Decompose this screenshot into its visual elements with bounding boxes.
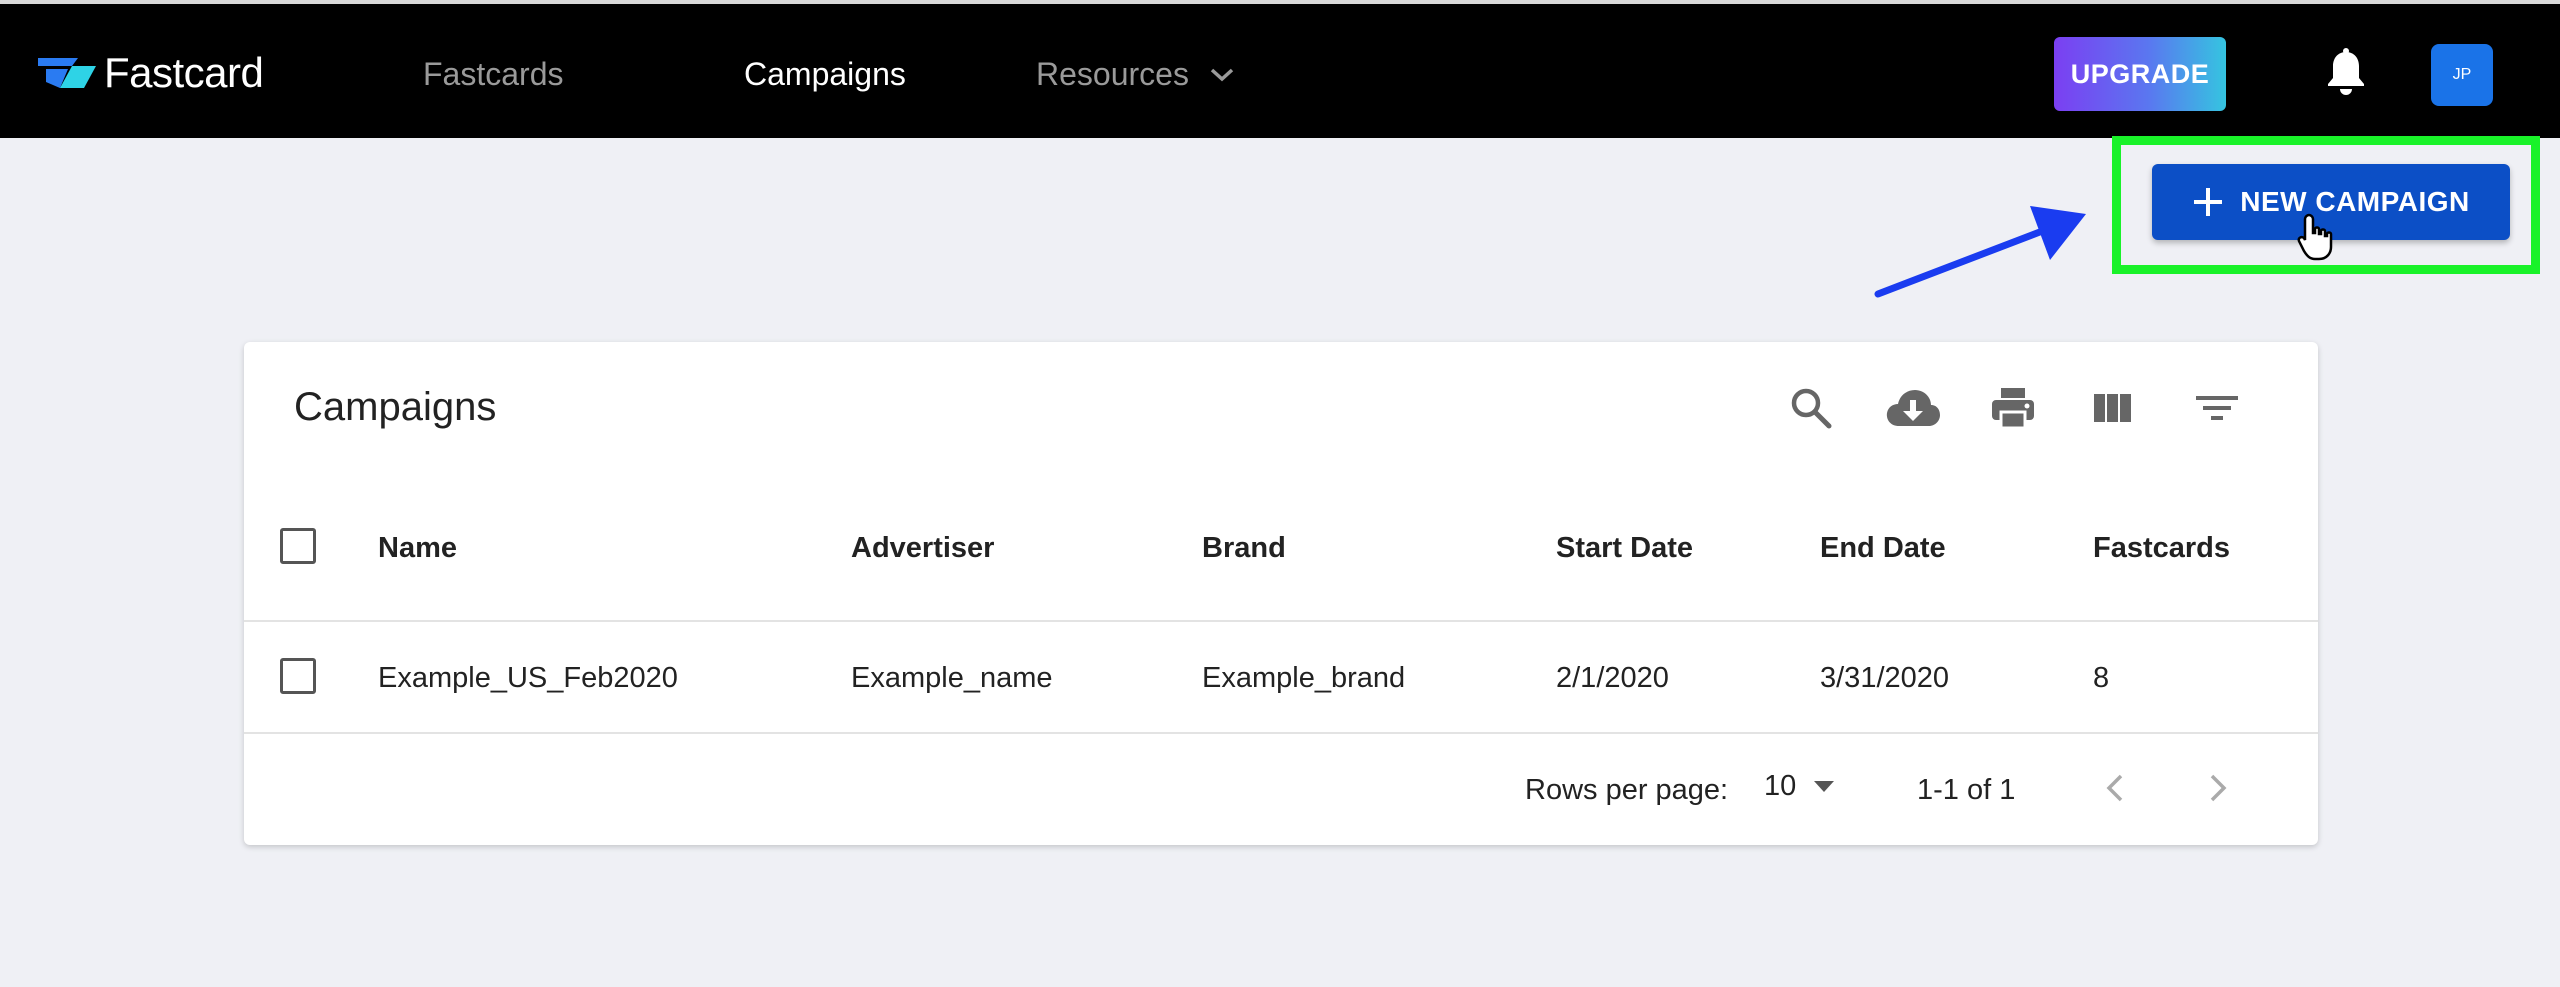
brand-name: Fastcard (104, 49, 264, 96)
row-checkbox[interactable] (280, 658, 316, 694)
fastcard-logo-icon (38, 58, 96, 88)
cell-start-date: 2/1/2020 (1556, 662, 1669, 694)
chevron-right-icon[interactable] (2202, 770, 2232, 806)
new-campaign-label: NEW CAMPAIGN (2240, 186, 2470, 217)
cell-brand: Example_brand (1202, 662, 1406, 694)
column-header-brand[interactable]: Brand (1202, 532, 1286, 565)
plus-icon (2194, 188, 2223, 216)
row-divider (244, 732, 2318, 734)
table-title: Campaigns (294, 385, 497, 429)
campaigns-table-card: Campaigns Name Advertiser Brand Start Da… (244, 342, 2318, 845)
column-header-end-date[interactable]: End Date (1820, 532, 1946, 565)
annotation-arrow-icon (1874, 206, 2086, 298)
filter-icon[interactable] (2194, 386, 2240, 430)
chevron-down-icon (1210, 68, 1234, 81)
top-navigation-bar: Fastcard Fastcards Campaigns Resources U… (0, 0, 2560, 138)
column-header-start-date[interactable]: Start Date (1556, 532, 1693, 565)
nav-campaigns[interactable]: Campaigns (744, 56, 906, 93)
view-column-icon[interactable] (2092, 386, 2134, 430)
column-header-name[interactable]: Name (378, 532, 457, 565)
column-header-fastcards[interactable]: Fastcards (2093, 532, 2230, 565)
column-header-advertiser[interactable]: Advertiser (851, 532, 994, 565)
search-icon[interactable] (1789, 386, 1833, 430)
select-all-checkbox[interactable] (280, 528, 316, 564)
pagination-range: 1-1 of 1 (1917, 774, 2016, 806)
nav-resources-label: Resources (1036, 56, 1189, 92)
nav-fastcards[interactable]: Fastcards (423, 56, 563, 93)
upgrade-button[interactable]: UPGRADE (2054, 37, 2226, 111)
cell-end-date: 3/31/2020 (1820, 662, 1950, 694)
rows-per-page-value: 10 (1764, 770, 1797, 802)
cell-advertiser: Example_name (851, 662, 1053, 694)
avatar[interactable]: JP (2431, 44, 2493, 106)
cloud-download-icon[interactable] (1885, 386, 1941, 430)
header-divider (244, 620, 2318, 622)
chevron-left-icon[interactable] (2101, 770, 2131, 806)
rows-per-page-select[interactable]: 10 (1764, 770, 1835, 803)
print-icon[interactable] (1990, 386, 2036, 430)
pointer-cursor-icon (2297, 213, 2333, 261)
cell-fastcards: 8 (2093, 662, 2110, 694)
bell-icon[interactable] (2324, 48, 2368, 96)
caret-down-icon (1814, 780, 1835, 792)
nav-resources[interactable]: Resources (1036, 56, 1235, 93)
rows-per-page-label: Rows per page: (1525, 774, 1729, 806)
fastcard-logo[interactable]: Fastcard (38, 48, 264, 98)
cell-name: Example_US_Feb2020 (378, 662, 678, 694)
